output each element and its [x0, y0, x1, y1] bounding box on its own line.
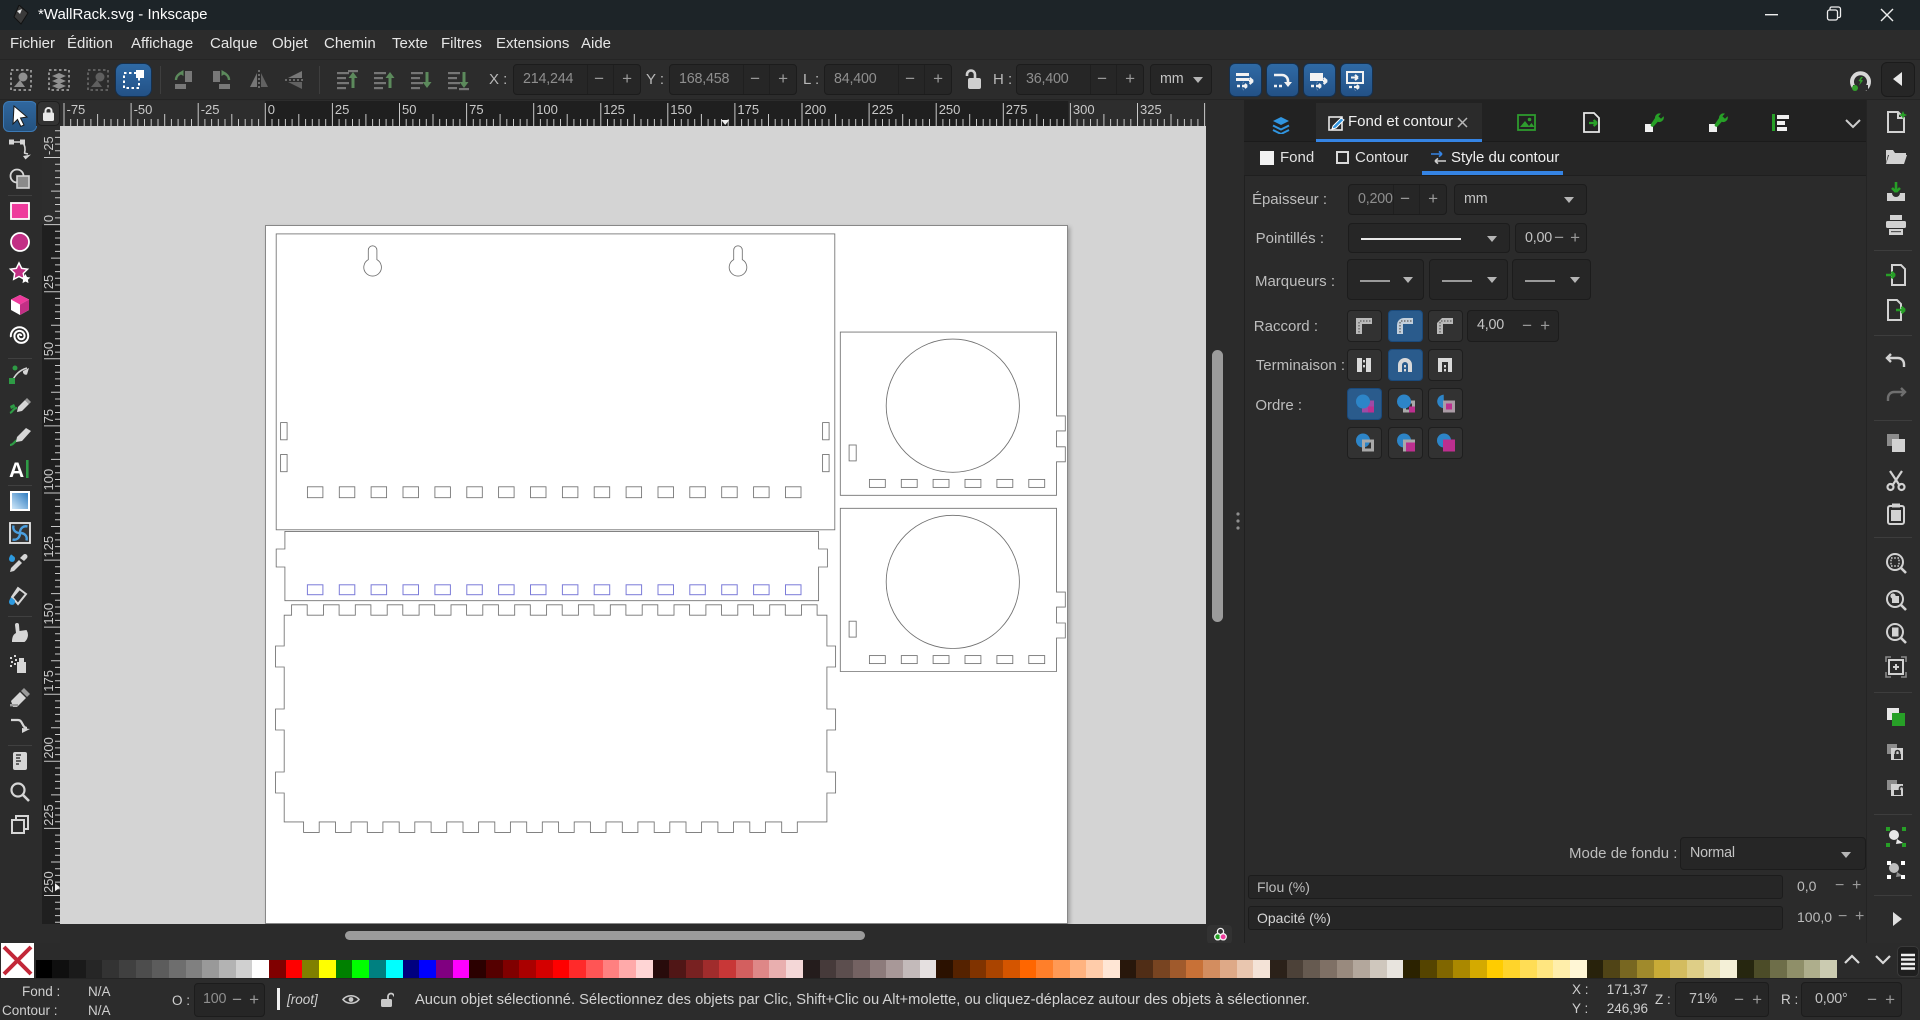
svg-text:75: 75	[42, 409, 56, 423]
svg-text:225: 225	[42, 804, 56, 826]
svg-text:175: 175	[737, 102, 759, 117]
svg-text:250: 250	[42, 871, 56, 893]
svg-text:50: 50	[42, 342, 56, 356]
svg-text:125: 125	[603, 102, 625, 117]
svg-text:0: 0	[42, 215, 56, 222]
svg-text:175: 175	[42, 670, 56, 692]
svg-text:-50: -50	[134, 102, 153, 117]
svg-text:75: 75	[469, 102, 483, 117]
svg-text:250: 250	[939, 102, 961, 117]
svg-text:300: 300	[1073, 102, 1095, 117]
svg-text:50: 50	[402, 102, 416, 117]
svg-text:150: 150	[42, 603, 56, 625]
svg-text:A: A	[9, 459, 24, 481]
svg-text:150: 150	[670, 102, 692, 117]
svg-text:125: 125	[42, 536, 56, 558]
svg-text:100: 100	[42, 469, 56, 491]
svg-text:325: 325	[1140, 102, 1162, 117]
svg-text:200: 200	[42, 737, 56, 759]
svg-text:-25: -25	[42, 136, 56, 155]
svg-text:25: 25	[42, 275, 56, 289]
svg-text:0: 0	[268, 102, 275, 117]
svg-text:275: 275	[1006, 102, 1028, 117]
svg-text:25: 25	[335, 102, 349, 117]
svg-text:-25: -25	[201, 102, 220, 117]
svg-text:225: 225	[872, 102, 894, 117]
svg-text:-75: -75	[67, 102, 86, 117]
svg-text:100: 100	[536, 102, 558, 117]
svg-text:200: 200	[805, 102, 827, 117]
